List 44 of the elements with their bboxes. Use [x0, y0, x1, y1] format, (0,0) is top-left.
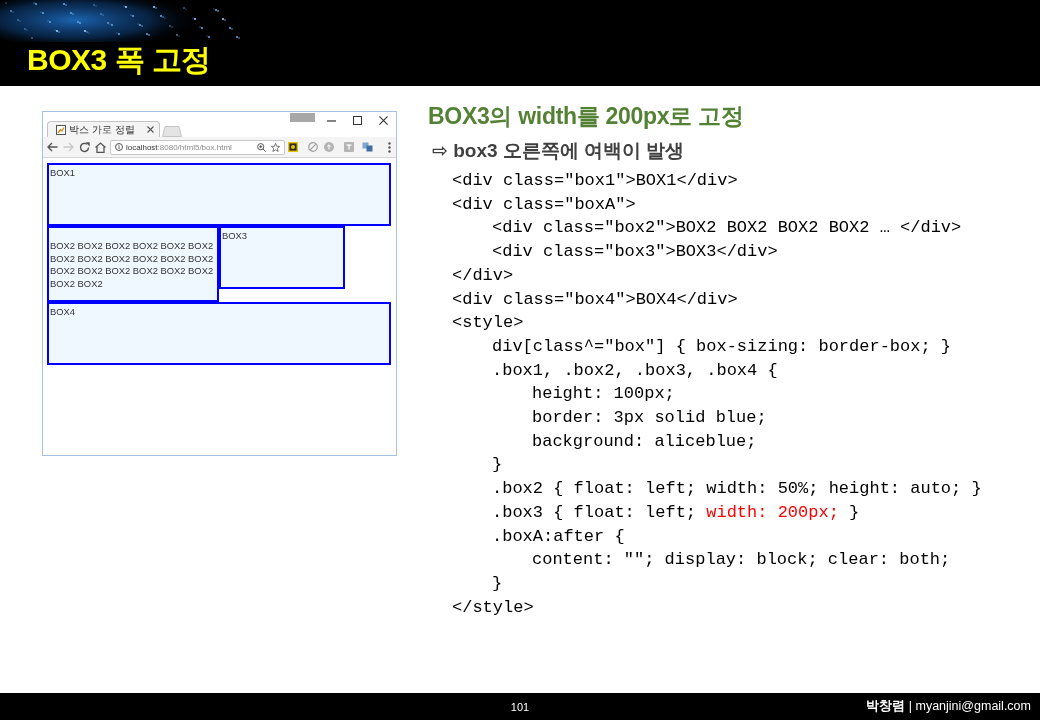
code-line: <div class="box1">BOX1</div>: [452, 170, 738, 192]
minimize-icon[interactable]: [327, 119, 336, 122]
close-icon[interactable]: [147, 126, 154, 133]
close-icon[interactable]: [379, 116, 388, 125]
left-arrow-icon[interactable]: [47, 142, 58, 152]
code-line: .box3 { float: left; width: 200px; }: [492, 501, 860, 524]
reload-icon[interactable]: [79, 141, 90, 153]
maximize-icon[interactable]: [353, 116, 362, 125]
code-line: }: [492, 454, 503, 477]
code-line: .box2 { float: left; width: 50%; height: auto; }: [492, 478, 982, 501]
box-label: BOX3: [222, 230, 248, 243]
info-icon: [115, 143, 123, 151]
zoom-in-icon[interactable]: [257, 142, 266, 152]
slide-subheading: ⇨ box3 오른쪽에 여백이 발생: [432, 139, 685, 163]
code-line: .box1, .box2, .box3, .box4 {: [492, 359, 778, 382]
code-line: border: 3px solid blue;: [532, 407, 767, 430]
page-number: 101: [510, 700, 530, 713]
home-icon[interactable]: [95, 141, 106, 153]
code-line: <div class="boxA">: [452, 193, 636, 216]
code-line: height: 100px;: [532, 383, 675, 406]
code-line: <div class="box2">BOX2 BOX2 BOX2 BOX2 … </div>: [492, 217, 962, 240]
address-field[interactable]: localhost:8080/html5/box.html: [110, 139, 285, 155]
code-line: <style>: [452, 312, 524, 335]
code-line: <div class="box3">BOX3</div>: [492, 241, 778, 264]
code-line: .boxA:after {: [492, 525, 625, 548]
framed-square-icon[interactable]: [288, 142, 298, 152]
menu-icon[interactable]: [388, 141, 391, 153]
slide-heading: BOX3의 width를 200px로 고정: [428, 102, 744, 130]
box-label: BOX4: [50, 305, 76, 319]
code-line: }: [492, 572, 503, 595]
code-line: </div>: [452, 264, 514, 287]
extension-icon[interactable]: [362, 142, 373, 152]
browser-tab[interactable]: 박스 가로 정렬: [47, 121, 160, 137]
image-icon: [56, 124, 66, 135]
star-icon[interactable]: [271, 142, 280, 152]
code-line: background: aliceblue;: [532, 430, 757, 453]
box-label: BOX2 BOX2 BOX2 BOX2 BOX2 BOX2 BOX2 BOX2 BOX2 BOX2 BOX2 BOX2 BOX2 BOX2 BOX2 BOX2 BOX2 BOX2 BOX2 BOX2: [50, 240, 215, 291]
box-label: BOX1: [50, 167, 76, 180]
code-line: </style>: [452, 596, 534, 619]
code-line: content: ""; display: block; clear: both;: [532, 549, 951, 572]
code-line: <div class="box4">BOX4</div>: [452, 288, 738, 311]
author-credit: 박창렴 | myanjini@gmail.com: [866, 698, 1032, 715]
slide-title: BOX3 폭 고정: [27, 42, 211, 78]
code-line: div[class^="box"] { box-sizing: border-box; }: [492, 335, 952, 358]
